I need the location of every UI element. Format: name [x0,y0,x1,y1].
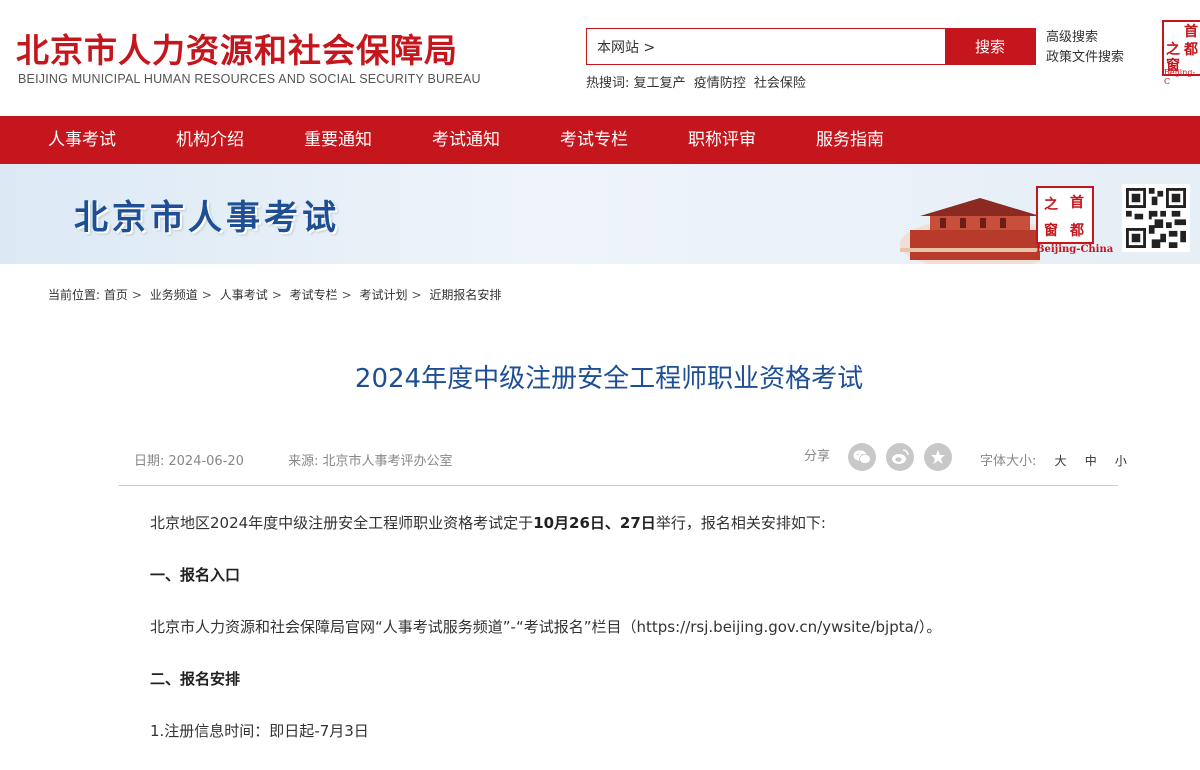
date-value: 2024-06-20 [168,454,244,469]
wechat-icon[interactable] [848,443,877,471]
weibo-icon[interactable] [886,443,915,471]
meta-divider [118,485,1118,486]
font-size-control: 字体大小: 大 中 小 [980,450,1127,469]
main-nav: 人事考试 机构介绍 重要通知 考试通知 考试专栏 职称评审 服务指南 [0,116,1200,164]
search-links: 高级搜索 政策文件搜索 [1046,28,1124,68]
hot-word-link[interactable]: 社会保险 [754,76,806,91]
seal-char: 都 [1184,42,1198,58]
favorite-star-icon[interactable] [924,443,953,471]
share-label: 分享 [804,449,831,464]
seal-caption: Beijing-China [1036,244,1114,255]
seal-char: 首 [1070,195,1084,211]
font-size-small[interactable]: 小 [1115,454,1127,468]
breadcrumb-personnel-exam[interactable]: 人事考试 [220,288,268,302]
source-label: 来源: [288,454,319,469]
seal-caption: Beijing-C [1164,68,1196,86]
hot-words: 热搜词: 复工复产 疫情防控 社会保险 [586,72,810,91]
seal-char: 都 [1070,223,1084,239]
nav-item-exam-notices[interactable]: 考试通知 [402,116,530,164]
article-title: 2024年度中级注册安全工程师职业资格考试 [354,364,864,394]
paragraph-schedule-item: 1.注册信息时间：即日起-7月3日 [150,722,369,740]
policy-search-link[interactable]: 政策文件搜索 [1046,48,1124,68]
nav-item-exam-column[interactable]: 考试专栏 [530,116,658,164]
source-value: 北京市人事考评办公室 [322,454,453,469]
search-bar: 搜索 [586,28,1036,65]
article-body: 北京地区2024年度中级注册安全工程师职业资格考试定于10月26日、27日举行，… [150,510,1090,770]
date-info: 日期: 2024-06-20 [134,454,264,469]
exam-dates: 10月26日、27日 [533,514,656,532]
share-bar: 分享 [804,442,962,472]
section-banner: 北京市人事考试 之 首 窗 都 Beijing-China [0,164,1200,264]
font-size-large[interactable]: 大 [1055,454,1067,468]
site-title[interactable]: 北京市人力资源和社会保障局 [16,24,458,72]
section-heading-entry: 一、报名入口 [150,566,241,584]
seal-char: 之 [1166,42,1180,58]
nav-item-title-review[interactable]: 职称评审 [658,116,786,164]
seal-char: 之 [1044,197,1058,213]
article-meta: 日期: 2024-06-20 来源: 北京市人事考评办公室 [134,450,493,469]
nav-item-service-guide[interactable]: 服务指南 [786,116,914,164]
breadcrumb-exam-plan[interactable]: 考试计划 [360,288,408,302]
nav-item-important-notices[interactable]: 重要通知 [274,116,402,164]
hot-words-label: 热搜词: [586,76,630,91]
breadcrumb-home[interactable]: 首页 [104,288,128,302]
site-subtitle: BEIJING MUNICIPAL HUMAN RESOURCES AND SO… [18,72,481,86]
section-heading-schedule: 二、报名安排 [150,670,241,688]
paragraph-entry: 北京市人力资源和社会保障局官网“人事考试服务频道”-“考试报名”栏目（https… [150,618,942,636]
hot-word-link[interactable]: 疫情防控 [694,76,746,91]
capital-window-logo[interactable]: 之 首 窗 都 [1036,186,1094,244]
font-size-medium[interactable]: 中 [1085,454,1097,468]
site-header: 北京市人力资源和社会保障局 BEIJING MUNICIPAL HUMAN RE… [0,0,1200,116]
banner-title: 北京市人事考试 [74,198,340,238]
qr-code [1122,184,1190,252]
date-label: 日期: [134,454,165,469]
breadcrumb-current[interactable]: 近期报名安排 [429,288,501,302]
article-panel: 当前位置: 首页 > 业务频道 > 人事考试 > 考试专栏 > 考试计划 > 近期报名安排… [18,264,1200,750]
nav-item-about[interactable]: 机构介绍 [146,116,274,164]
font-size-label: 字体大小: [980,454,1037,469]
breadcrumb-business[interactable]: 业务频道 [150,288,198,302]
search-button[interactable]: 搜索 [945,29,1035,64]
source-info: 来源: 北京市人事考评办公室 [288,454,472,469]
paragraph-intro: 北京地区2024年度中级注册安全工程师职业资格考试定于10月26日、27日举行，… [150,514,826,532]
tiananmen-illustration [900,198,1040,264]
qr-code-icon [1126,188,1186,248]
hot-word-link[interactable]: 复工复产 [634,76,686,91]
search-input[interactable] [587,29,945,64]
breadcrumb-exam-column[interactable]: 考试专栏 [290,288,338,302]
advanced-search-link[interactable]: 高级搜索 [1046,28,1124,48]
breadcrumb-label: 当前位置: [48,288,101,302]
nav-item-personnel-exam[interactable]: 人事考试 [18,116,146,164]
seal-char: 窗 [1044,223,1058,239]
breadcrumb: 当前位置: 首页 > 业务频道 > 人事考试 > 考试专栏 > 考试计划 > 近期报名安排 [48,288,502,302]
seal-char: 首 [1184,24,1198,40]
